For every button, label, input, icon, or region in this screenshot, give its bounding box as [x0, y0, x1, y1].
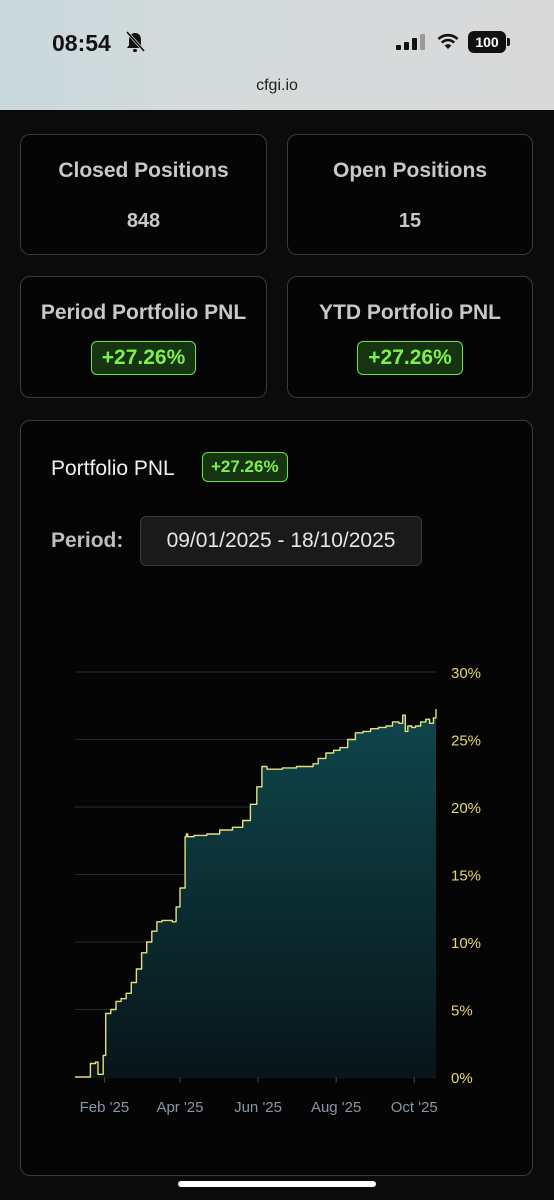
- period-pnl-label: Period Portfolio PNL: [40, 301, 247, 324]
- y-tick-label: 25%: [451, 733, 481, 750]
- battery-icon: 100: [468, 31, 506, 53]
- status-time: 08:54: [52, 30, 111, 56]
- open-positions-label: Open Positions: [332, 159, 487, 182]
- bell-slash-icon: [125, 31, 145, 53]
- y-tick-label: 0%: [451, 1070, 473, 1087]
- y-tick-label: 20%: [451, 800, 481, 817]
- y-tick-label: 30%: [451, 665, 481, 682]
- pnl-area-fill: [75, 709, 436, 1077]
- ytd-pnl-card: YTD Portfolio PNL +27.26%: [287, 276, 533, 398]
- portfolio-pnl-chart[interactable]: 0% 5% 10% 15% 20% 25% 30% Feb '25 Apr '25 Jun '2…: [21, 421, 533, 1176]
- x-tick-label: Jun '25: [234, 1099, 282, 1116]
- closed-positions-value: 848: [126, 210, 161, 232]
- ytd-pnl-badge-wrap: +27.26%: [288, 341, 532, 375]
- y-tick-label: 10%: [451, 935, 481, 952]
- period-pnl-badge-wrap: +27.26%: [21, 341, 266, 375]
- x-tick-label: Aug '25: [311, 1099, 361, 1116]
- wifi-icon: [437, 33, 459, 49]
- address-bar-url[interactable]: cfgi.io: [0, 77, 554, 95]
- open-positions-card: Open Positions 15: [287, 134, 533, 255]
- status-bar: 08:54 100 cfgi.io: [0, 0, 554, 110]
- closed-positions-label: Closed Positions: [58, 159, 229, 182]
- battery-tip: [507, 38, 510, 46]
- period-pnl-card: Period Portfolio PNL +27.26%: [20, 276, 267, 398]
- open-positions-value: 15: [398, 210, 422, 232]
- portfolio-pnl-card: Portfolio PNL +27.26% Period: 09/01/2025…: [20, 420, 533, 1176]
- x-tick-label: Apr '25: [156, 1099, 203, 1116]
- y-tick-label: 15%: [451, 868, 481, 885]
- x-tick-label: Oct '25: [391, 1099, 438, 1116]
- x-tick-label: Feb '25: [80, 1099, 130, 1116]
- ytd-pnl-badge: +27.26%: [357, 341, 463, 375]
- period-pnl-badge: +27.26%: [90, 341, 197, 375]
- y-tick-label: 5%: [451, 1003, 473, 1020]
- closed-positions-card: Closed Positions 848: [20, 134, 267, 255]
- cellular-signal-icon: [396, 34, 425, 50]
- ytd-pnl-label: YTD Portfolio PNL: [319, 301, 501, 324]
- home-indicator[interactable]: [178, 1181, 376, 1187]
